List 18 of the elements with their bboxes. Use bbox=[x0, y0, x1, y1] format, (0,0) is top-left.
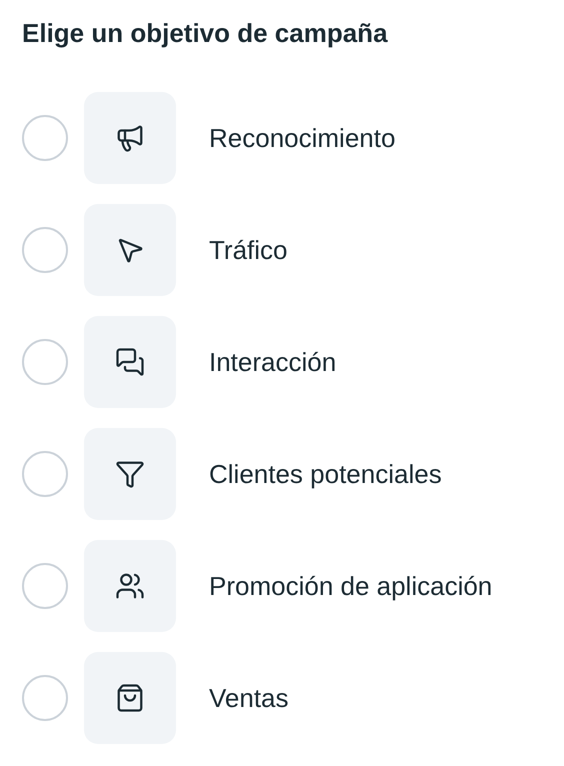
objective-label: Reconocimiento bbox=[209, 122, 396, 154]
objective-label: Clientes potenciales bbox=[209, 458, 442, 490]
page-title: Elige un objetivo de campaña bbox=[22, 17, 389, 50]
objective-label: Ventas bbox=[209, 682, 289, 714]
radio-button[interactable] bbox=[22, 563, 68, 609]
radio-button[interactable] bbox=[22, 451, 68, 497]
objective-label: Tráfico bbox=[209, 234, 288, 266]
shopping-bag-icon bbox=[115, 683, 145, 713]
megaphone-icon bbox=[115, 123, 145, 153]
radio-button[interactable] bbox=[22, 227, 68, 273]
people-icon bbox=[115, 571, 145, 601]
radio-button[interactable] bbox=[22, 339, 68, 385]
radio-button[interactable] bbox=[22, 675, 68, 721]
funnel-icon bbox=[115, 459, 145, 489]
objective-label: Interacción bbox=[209, 346, 336, 378]
chat-bubbles-icon bbox=[115, 347, 145, 377]
radio-button[interactable] bbox=[22, 115, 68, 161]
objective-label: Promoción de aplicación bbox=[209, 570, 492, 602]
